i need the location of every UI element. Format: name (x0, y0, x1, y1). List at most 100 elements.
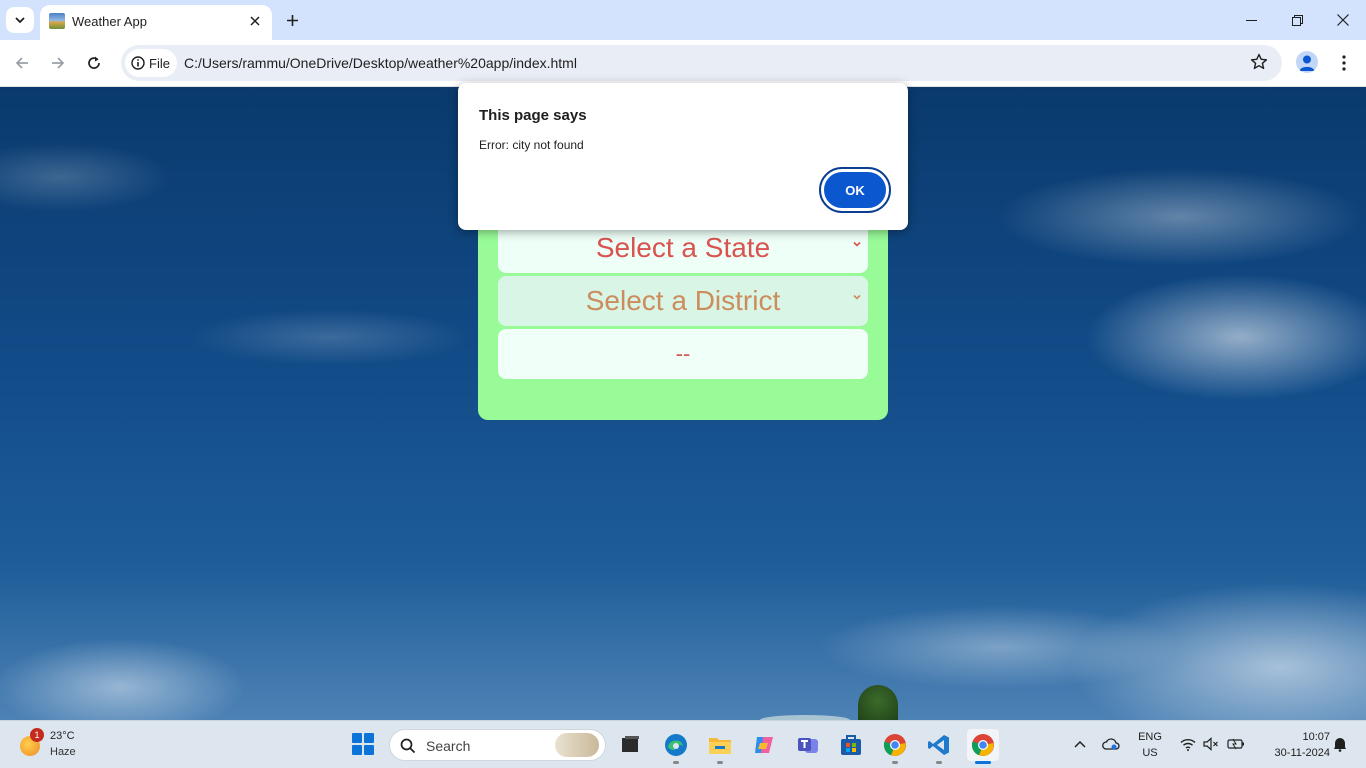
teams-app[interactable] (792, 729, 824, 761)
edge-icon (665, 734, 687, 756)
running-indicator (673, 761, 679, 764)
windows-logo-tile (352, 745, 362, 755)
site-chip-label: File (149, 55, 170, 71)
weather-condition: Haze (50, 746, 76, 758)
info-icon (131, 56, 145, 70)
state-select[interactable]: Select a State (498, 223, 868, 273)
chrome-icon (971, 734, 994, 756)
search-icon (400, 738, 416, 754)
restore-button[interactable] (1274, 5, 1320, 35)
copilot-app[interactable] (748, 729, 780, 761)
windows-logo-icon (352, 733, 362, 743)
chrome-app-active[interactable] (967, 729, 999, 764)
volume-button[interactable] (1202, 735, 1220, 753)
tab-close-icon[interactable] (246, 12, 264, 30)
wifi-button[interactable] (1179, 735, 1197, 753)
browser-toolbar: File C:/Users/rammu/OneDrive/Desktop/wea… (0, 40, 1366, 87)
state-select-value: Select a State (595, 232, 771, 263)
taskbar-search[interactable]: Search (389, 729, 606, 761)
vscode-app[interactable] (923, 729, 955, 764)
chevron-up-icon (1074, 740, 1086, 748)
tray-overflow-button[interactable] (1071, 735, 1089, 753)
person-icon (1299, 55, 1315, 71)
onedrive-sync-button[interactable] (1102, 735, 1120, 753)
dialog-message: Error: city not found (479, 138, 584, 152)
taskbar: 1 23°C Haze Search ENG US 10:07 30-11-20… (0, 720, 1366, 768)
back-button[interactable] (9, 50, 35, 76)
profile-avatar[interactable] (1296, 51, 1318, 73)
clock-time[interactable]: 10:07 (1286, 731, 1330, 743)
arrow-right-icon (52, 57, 65, 69)
notifications-button[interactable] (1331, 735, 1349, 753)
district-select[interactable]: Select a District (498, 276, 868, 326)
file-explorer-app[interactable] (704, 729, 736, 764)
running-indicator (717, 761, 723, 764)
vscode-icon (928, 735, 949, 755)
bookmark-star-button[interactable] (1247, 50, 1271, 74)
task-view-button[interactable] (614, 729, 646, 761)
arrow-left-icon (15, 57, 28, 69)
address-bar[interactable]: File C:/Users/rammu/OneDrive/Desktop/wea… (121, 45, 1282, 81)
chevron-down-icon (853, 294, 861, 300)
tab-search-button[interactable] (6, 7, 34, 33)
dialog-title: This page says (479, 107, 587, 124)
weather-result-value: -- (675, 341, 691, 366)
wifi-icon (1180, 738, 1196, 751)
forward-button[interactable] (45, 50, 71, 76)
more-vert-icon (1342, 55, 1346, 71)
language-top[interactable]: ENG (1136, 731, 1164, 743)
clock-date[interactable]: 30-11-2024 (1256, 747, 1330, 759)
task-view-icon (622, 736, 639, 752)
weather-temperature: 23°C (50, 730, 75, 742)
volume-muted-icon (1203, 737, 1218, 751)
ok-button[interactable]: OK (819, 167, 891, 213)
chrome-icon (883, 734, 906, 756)
cloud-sync-icon (1102, 738, 1120, 750)
favicon-icon (49, 13, 65, 29)
teams-icon (798, 738, 818, 753)
tab-strip: Weather App (0, 0, 1366, 40)
district-select-value: Select a District (585, 285, 781, 316)
minimize-icon (1245, 19, 1257, 21)
copilot-icon (755, 737, 773, 753)
active-indicator (975, 761, 991, 764)
chrome-app[interactable] (879, 729, 911, 764)
alert-dialog: This page says Error: city not found OK (458, 83, 908, 230)
battery-button[interactable] (1227, 735, 1245, 753)
weather-widget[interactable]: 1 23°C Haze (16, 728, 96, 762)
running-indicator (892, 761, 898, 764)
close-window-button[interactable] (1320, 5, 1366, 35)
search-highlight-image (555, 733, 599, 757)
windows-logo-tile (364, 733, 374, 743)
windows-logo-tile (364, 745, 374, 755)
notification-badge: 1 (30, 728, 44, 742)
chevron-down-icon (853, 241, 861, 247)
bell-icon (1334, 738, 1346, 752)
edge-app[interactable] (660, 729, 692, 764)
battery-icon (1227, 738, 1244, 750)
folder-icon (709, 738, 731, 754)
reload-icon (88, 56, 100, 69)
star-icon (1250, 53, 1268, 70)
store-app[interactable] (835, 729, 867, 761)
url-text[interactable]: C:/Users/rammu/OneDrive/Desktop/weather%… (184, 55, 577, 71)
plus-icon (286, 14, 298, 26)
search-label: Search (426, 738, 471, 754)
background-tree (858, 685, 898, 720)
new-tab-button[interactable] (281, 9, 303, 31)
weather-result: -- (498, 329, 868, 379)
restore-icon (1291, 14, 1303, 26)
weather-card: Select a State Select a District -- (478, 217, 888, 420)
start-button[interactable] (352, 733, 374, 755)
minimize-button[interactable] (1228, 5, 1274, 35)
site-info-chip[interactable]: File (125, 49, 177, 77)
running-indicator (936, 761, 942, 764)
chevron-down-icon (15, 17, 25, 24)
tab-title: Weather App (72, 14, 147, 29)
browser-menu-button[interactable] (1333, 50, 1355, 76)
browser-tab[interactable]: Weather App (40, 5, 272, 40)
store-icon (841, 735, 861, 755)
language-bottom[interactable]: US (1136, 747, 1164, 759)
reload-button[interactable] (81, 50, 107, 76)
close-icon (1337, 14, 1349, 26)
